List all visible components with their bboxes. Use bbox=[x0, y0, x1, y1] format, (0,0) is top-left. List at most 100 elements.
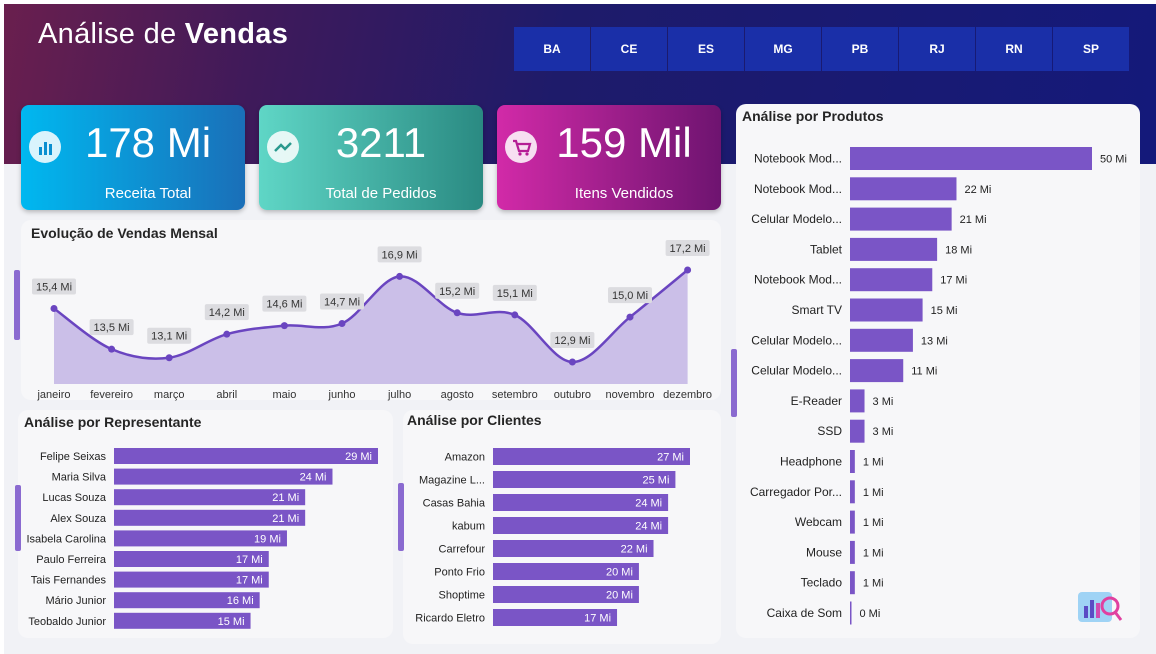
category-label: Caixa de Som bbox=[767, 606, 842, 620]
value-label: 21 Mi bbox=[272, 492, 299, 504]
value-label: 21 Mi bbox=[272, 513, 299, 525]
state-button-sp[interactable]: SP bbox=[1053, 27, 1129, 71]
data-point[interactable] bbox=[165, 354, 173, 362]
bar[interactable] bbox=[850, 389, 865, 413]
monthly-sales-chart: 15,4 Mi janeiro 13,5 Mi fevereiro 13,1 Mi mar… bbox=[32, 240, 712, 401]
dashboard: Análise de Vendas BA CE ES MG PB RJ RN SP 178 M… bbox=[0, 0, 1156, 654]
x-tick-label: maio bbox=[272, 389, 296, 401]
value-label: 1 Mi bbox=[863, 487, 884, 499]
data-point[interactable] bbox=[50, 305, 58, 313]
bar[interactable] bbox=[114, 448, 378, 464]
data-point[interactable] bbox=[684, 266, 692, 274]
data-point[interactable] bbox=[223, 330, 231, 338]
value-label: 3 Mi bbox=[873, 426, 894, 438]
x-tick-label: dezembro bbox=[663, 389, 712, 401]
data-point[interactable] bbox=[568, 358, 576, 366]
clientes-chart: Amazon 27 Mi Magazine L... 25 Mi Casas Bahia… bbox=[415, 448, 690, 626]
value-label: 19 Mi bbox=[254, 533, 281, 545]
value-label: 25 Mi bbox=[643, 475, 670, 487]
value-label: 15 Mi bbox=[218, 616, 245, 628]
bar[interactable] bbox=[850, 177, 957, 201]
bar[interactable] bbox=[850, 571, 855, 595]
category-label: Webcam bbox=[795, 515, 842, 529]
kpi-value: 159 Mil bbox=[556, 119, 692, 166]
data-point[interactable] bbox=[511, 311, 519, 319]
state-button-es[interactable]: ES bbox=[668, 27, 744, 71]
category-label: kabum bbox=[452, 521, 485, 533]
value-label: 17 Mi bbox=[940, 275, 967, 287]
bar[interactable] bbox=[850, 298, 923, 322]
bar[interactable] bbox=[850, 328, 913, 352]
data-label: 12,9 Mi bbox=[554, 335, 590, 347]
value-label: 17 Mi bbox=[236, 554, 263, 566]
category-label: Amazon bbox=[445, 452, 485, 464]
page-title: Análise de Vendas bbox=[38, 18, 289, 50]
bar[interactable] bbox=[850, 359, 904, 383]
value-label: 17 Mi bbox=[584, 613, 611, 625]
value-label: 13 Mi bbox=[921, 335, 948, 347]
analytics-logo-icon bbox=[1076, 588, 1124, 628]
category-label: Shoptime bbox=[439, 590, 485, 602]
bar[interactable] bbox=[850, 510, 855, 534]
produtos-chart: Notebook Mod... 50 Mi Notebook Mod... 22 Mi… bbox=[750, 147, 1127, 625]
value-label: 3 Mi bbox=[873, 396, 894, 408]
bar[interactable] bbox=[850, 268, 933, 292]
data-point[interactable] bbox=[453, 309, 461, 317]
category-label: Ricardo Eletro bbox=[415, 613, 485, 625]
category-label: Isabela Carolina bbox=[27, 533, 107, 545]
state-button-rn[interactable]: RN bbox=[976, 27, 1052, 71]
bar[interactable] bbox=[850, 480, 855, 504]
x-tick-label: outubro bbox=[554, 389, 591, 401]
category-label: Alex Souza bbox=[50, 513, 107, 525]
state-button-pb[interactable]: PB bbox=[822, 27, 898, 71]
kpi-total-pedidos: 3211 Total de Pedidos bbox=[259, 105, 483, 210]
data-point[interactable] bbox=[280, 322, 288, 330]
value-label: 21 Mi bbox=[960, 214, 987, 226]
data-point[interactable] bbox=[338, 319, 346, 327]
x-tick-label: novembro bbox=[606, 389, 655, 401]
value-label: 27 Mi bbox=[657, 452, 684, 464]
bar[interactable] bbox=[850, 450, 855, 473]
data-label: 16,9 Mi bbox=[382, 249, 418, 261]
category-label: Maria Silva bbox=[52, 472, 107, 484]
x-tick-label: julho bbox=[387, 389, 411, 401]
value-label: 1 Mi bbox=[863, 578, 884, 590]
category-label: Carregador Por... bbox=[750, 485, 842, 499]
panel-handle[interactable] bbox=[14, 270, 20, 340]
bar[interactable] bbox=[850, 540, 855, 564]
x-tick-label: abril bbox=[216, 389, 237, 401]
value-label: 24 Mi bbox=[635, 498, 662, 510]
value-label: 29 Mi bbox=[345, 451, 372, 463]
value-label: 1 Mi bbox=[863, 517, 884, 529]
state-button-ba[interactable]: BA bbox=[514, 27, 590, 71]
data-point[interactable] bbox=[108, 345, 116, 353]
category-label: Lucas Souza bbox=[42, 492, 106, 504]
value-label: 11 Mi bbox=[911, 366, 937, 378]
value-label: 22 Mi bbox=[964, 184, 991, 196]
bar[interactable] bbox=[850, 147, 1092, 170]
value-label: 1 Mi bbox=[863, 547, 884, 559]
data-point[interactable] bbox=[626, 313, 634, 321]
data-point[interactable] bbox=[396, 272, 404, 280]
data-label: 13,5 Mi bbox=[94, 322, 130, 334]
data-label: 14,7 Mi bbox=[324, 296, 360, 308]
category-label: Tablet bbox=[810, 242, 843, 256]
x-tick-label: março bbox=[154, 389, 185, 401]
state-button-rj[interactable]: RJ bbox=[899, 27, 975, 71]
category-label: Headphone bbox=[780, 455, 842, 469]
bar[interactable] bbox=[850, 601, 852, 625]
kpi-itens-vendidos: 159 Mil Itens Vendidos bbox=[497, 105, 721, 210]
category-label: Teobaldo Junior bbox=[28, 616, 106, 628]
bar[interactable] bbox=[850, 419, 865, 443]
data-label: 15,4 Mi bbox=[36, 282, 72, 294]
category-label: Carrefour bbox=[439, 544, 486, 556]
value-label: 24 Mi bbox=[300, 472, 327, 484]
bar[interactable] bbox=[850, 207, 952, 231]
state-button-mg[interactable]: MG bbox=[745, 27, 821, 71]
bar[interactable] bbox=[850, 237, 938, 261]
state-button-ce[interactable]: CE bbox=[591, 27, 667, 71]
category-label: Notebook Mod... bbox=[754, 182, 842, 196]
value-label: 50 Mi bbox=[1100, 154, 1127, 166]
kpi-receita-total: 178 Mi Receita Total bbox=[21, 105, 245, 210]
category-label: Celular Modelo... bbox=[751, 333, 842, 347]
